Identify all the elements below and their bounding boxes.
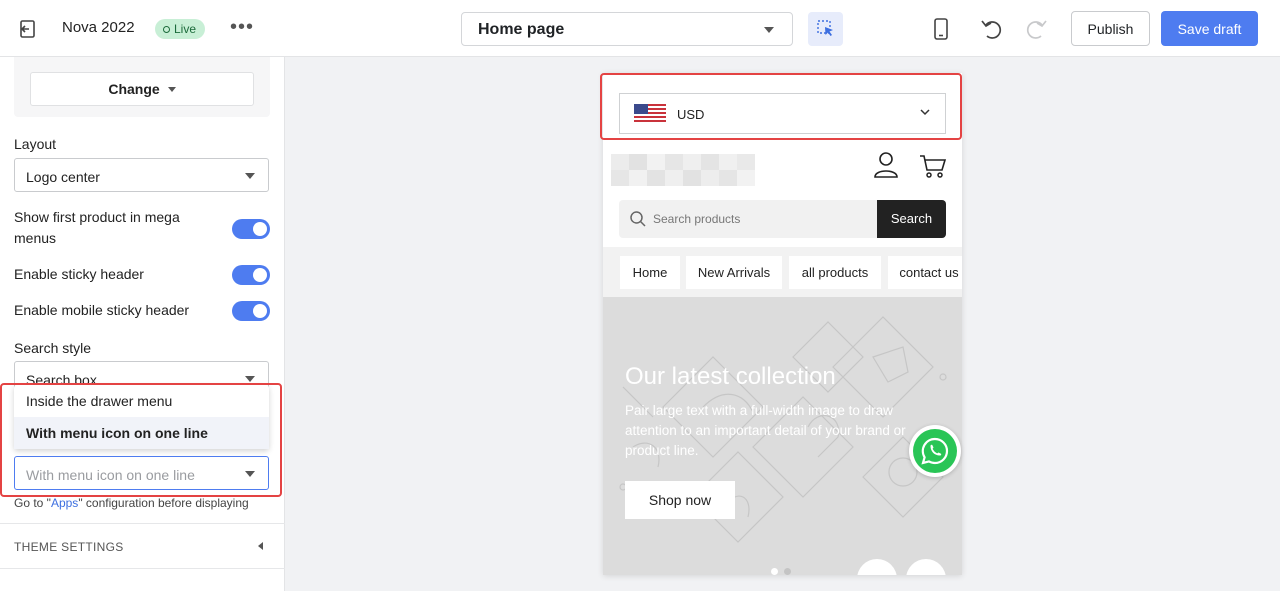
cart-icon[interactable] xyxy=(919,153,947,179)
toggle-knob xyxy=(253,222,267,236)
layout-select[interactable]: Logo center xyxy=(14,158,269,192)
publish-button[interactable]: Publish xyxy=(1071,11,1150,46)
select-element-button[interactable] xyxy=(808,12,843,46)
currency-value: USD xyxy=(677,107,705,122)
live-badge-label: Live xyxy=(174,22,197,36)
slide-dot-active[interactable] xyxy=(771,568,778,575)
caret-left-icon xyxy=(258,542,263,550)
change-panel: Change xyxy=(14,57,270,117)
search-input[interactable]: Search products xyxy=(653,212,740,226)
store-name: Nova 2022 xyxy=(62,19,135,36)
sticky-header-toggle[interactable] xyxy=(232,265,270,285)
us-flag-icon xyxy=(634,104,666,124)
settings-sidebar: Change Layout Logo center Show first pro… xyxy=(0,57,285,591)
toggle-row-mega-menu: Show first product in mega menus xyxy=(14,207,270,249)
toggle-label: Enable sticky header xyxy=(14,266,144,282)
whatsapp-icon-bg xyxy=(913,429,957,473)
change-button[interactable]: Change xyxy=(30,72,254,106)
account-icon[interactable] xyxy=(873,151,899,179)
inspect-cursor-icon xyxy=(817,20,833,36)
save-draft-button[interactable]: Save draft xyxy=(1161,11,1258,46)
whatsapp-icon xyxy=(921,437,949,465)
search-button[interactable]: Search xyxy=(877,200,946,238)
dropdown-option-selected[interactable]: With menu icon on one line xyxy=(14,417,269,449)
chevron-down-icon xyxy=(920,109,930,116)
page-selector[interactable]: Home page xyxy=(461,12,793,46)
nav-item-contact-us[interactable]: contact us xyxy=(888,256,962,289)
toggle-knob xyxy=(253,268,267,282)
nav-item-new-arrivals[interactable]: New Arrivals xyxy=(686,256,782,289)
divider xyxy=(0,568,285,569)
hero-banner: Our latest collection Pair large text wi… xyxy=(603,297,962,575)
divider xyxy=(0,523,285,524)
menu-style-dropdown: Inside the drawer menu With menu icon on… xyxy=(14,385,269,449)
caret-down-icon xyxy=(167,86,176,92)
apps-note: Go to "Apps" configuration before displa… xyxy=(14,496,249,510)
live-dot-icon xyxy=(163,25,170,33)
whatsapp-chat-button[interactable] xyxy=(909,425,961,477)
nav-menu: Home New Arrivals all products contact u… xyxy=(603,247,962,297)
hero-title: Our latest collection xyxy=(625,363,836,390)
menu-style-select[interactable]: With menu icon on one line xyxy=(14,456,269,490)
change-button-label: Change xyxy=(108,81,160,97)
caret-down-icon xyxy=(245,376,255,382)
more-actions-button[interactable]: ••• xyxy=(230,17,254,37)
slide-dots xyxy=(771,562,797,575)
chevron-down-icon xyxy=(764,27,774,33)
dropdown-option[interactable]: Inside the drawer menu xyxy=(14,385,269,417)
toggle-label: Enable mobile sticky header xyxy=(14,302,190,318)
theme-settings-header[interactable]: THEME SETTINGS xyxy=(14,540,124,554)
hero-text: Pair large text with a full-width image … xyxy=(625,403,906,458)
slide-dot[interactable] xyxy=(784,568,791,575)
undo-icon[interactable] xyxy=(978,16,1004,42)
layout-label: Layout xyxy=(14,136,57,152)
nav-item-home[interactable]: Home xyxy=(620,256,680,289)
toggle-row-sticky-header: Enable sticky header xyxy=(14,264,270,286)
layout-select-value: Logo center xyxy=(26,169,100,185)
apps-note-suffix: " configuration before displaying xyxy=(78,496,249,510)
search-icon xyxy=(630,211,646,227)
caret-down-icon xyxy=(245,173,255,179)
redo-icon[interactable] xyxy=(1024,16,1050,42)
toggle-knob xyxy=(253,304,267,318)
product-search: Search products Search xyxy=(619,200,946,238)
caret-down-icon xyxy=(245,471,255,477)
menu-style-select-value: With menu icon on one line xyxy=(26,467,195,483)
toggle-label: Show first product in mega menus xyxy=(14,209,180,246)
exit-icon[interactable] xyxy=(18,18,40,40)
toggle-row-mobile-sticky-header: Enable mobile sticky header xyxy=(14,300,270,322)
search-style-label: Search style xyxy=(14,340,92,356)
shop-now-button[interactable]: Shop now xyxy=(625,481,735,519)
mobile-view-icon[interactable] xyxy=(928,16,954,42)
page-selector-label: Home page xyxy=(478,21,565,38)
mega-menu-toggle[interactable] xyxy=(232,219,270,239)
apps-note-prefix: Go to " xyxy=(14,496,51,510)
live-badge: Live xyxy=(155,19,206,39)
top-bar: Nova 2022 Live ••• Home page Publish Sav… xyxy=(0,0,1280,57)
mobile-sticky-header-toggle[interactable] xyxy=(232,301,270,321)
currency-selector[interactable]: USD xyxy=(619,93,946,134)
apps-link[interactable]: Apps xyxy=(51,496,78,510)
nav-item-all-products[interactable]: all products xyxy=(789,256,881,289)
store-preview: USD Search products Search Home New Arri… xyxy=(603,73,962,575)
store-logo[interactable] xyxy=(611,154,755,186)
